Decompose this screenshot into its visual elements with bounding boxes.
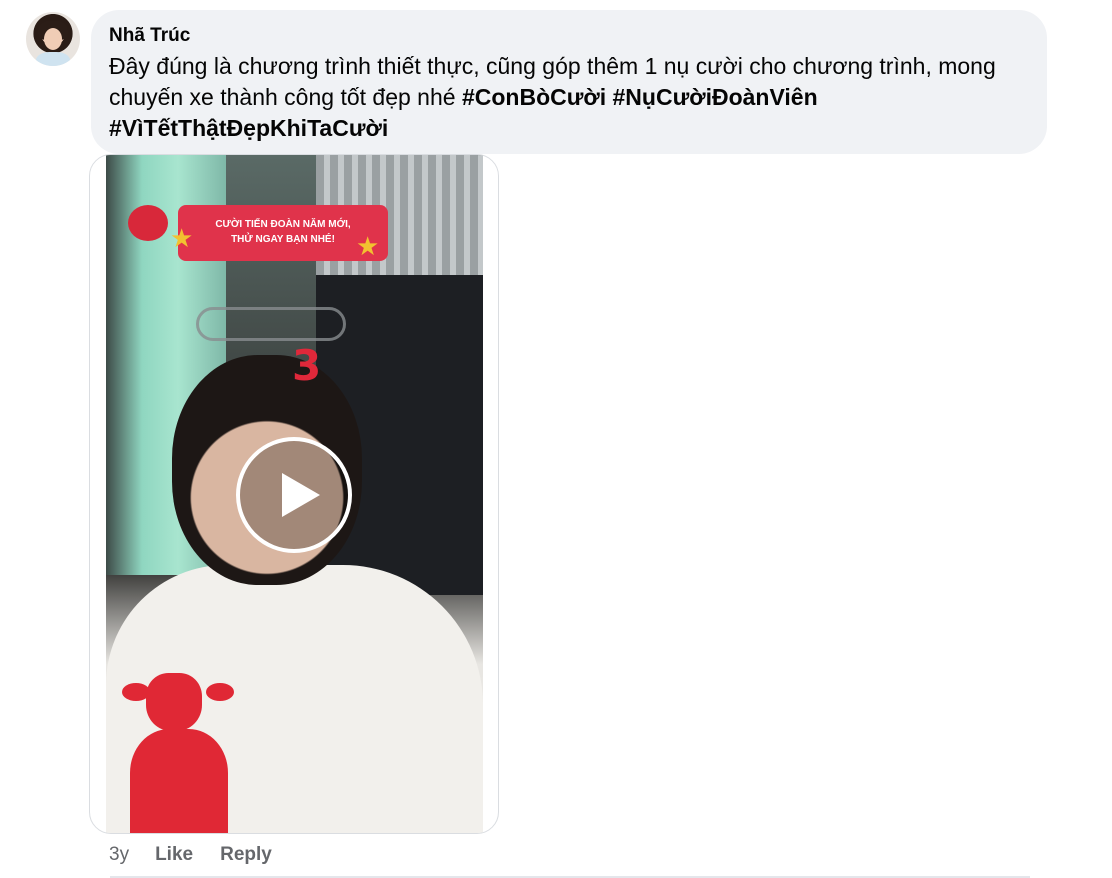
banner-line-1: CƯỜI TIẾN ĐOÀN NĂM MỚI,	[215, 219, 351, 230]
comment-text: Đây đúng là chương trình thiết thực, cũn…	[109, 51, 1029, 144]
comment-bubble: Nhã Trúc Đây đúng là chương trình thiết …	[91, 10, 1047, 154]
comment-author[interactable]: Nhã Trúc	[109, 24, 1029, 48]
hashtag-vi-tet-that-dep[interactable]: #VìTếtThậtĐẹpKhiTaCười	[109, 115, 388, 141]
avatar-face	[44, 28, 62, 50]
avatar[interactable]	[26, 12, 80, 66]
glasses	[196, 307, 346, 341]
video-thumbnail[interactable]: CƯỜI TIẾN ĐOÀN NĂM MỚI, THỬ NGAY BẠN NHÉ…	[106, 155, 483, 833]
avatar-shirt	[36, 52, 70, 66]
comment: Nhã Trúc Đây đúng là chương trình thiết …	[0, 0, 1112, 878]
countdown-number: 3	[292, 341, 322, 390]
reply-button[interactable]: Reply	[220, 843, 272, 867]
cow-mascot	[122, 673, 234, 833]
star-icon: ★	[356, 231, 380, 261]
like-button[interactable]: Like	[155, 843, 193, 867]
mascot-body	[130, 729, 228, 833]
comment-actions: 3y Like Reply	[109, 843, 299, 867]
hashtag-nu-cuoi-doan-vien[interactable]: #NụCườiĐoànViên	[613, 84, 818, 110]
video-attachment[interactable]: CƯỜI TIẾN ĐOÀN NĂM MỚI, THỬ NGAY BẠN NHÉ…	[89, 154, 499, 834]
mascot-ear	[206, 683, 234, 701]
play-icon	[282, 473, 320, 517]
star-icon: ★	[170, 223, 194, 253]
mascot-head	[146, 673, 202, 731]
red-ball-sticker	[128, 205, 168, 241]
comment-timestamp[interactable]: 3y	[109, 843, 129, 867]
play-button[interactable]	[236, 437, 352, 553]
hashtag-con-bo-cuoi[interactable]: #ConBòCười	[462, 84, 606, 110]
